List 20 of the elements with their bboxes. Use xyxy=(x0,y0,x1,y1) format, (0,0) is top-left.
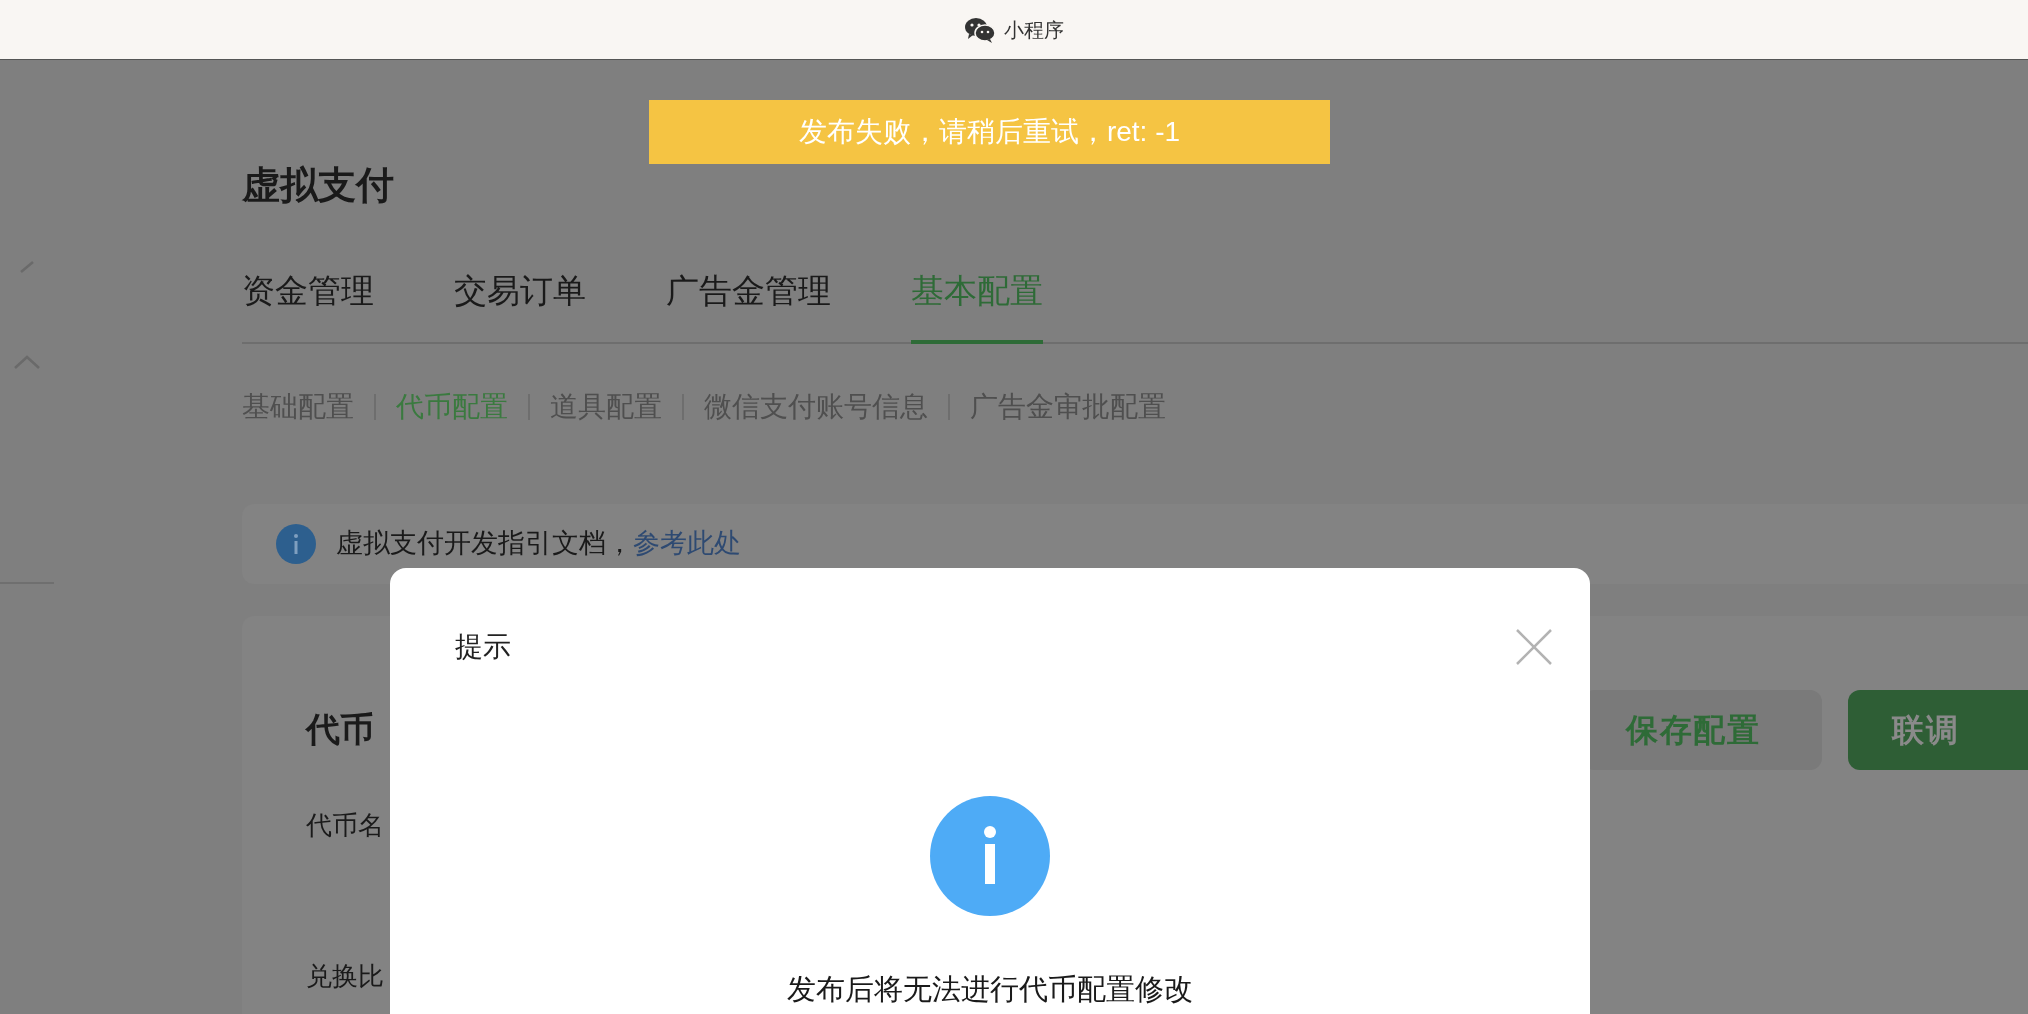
info-icon xyxy=(276,523,316,564)
tab[interactable]: 基本配置 xyxy=(911,266,1043,344)
tab[interactable]: 广告金管理 xyxy=(666,266,831,344)
card-title: 代币 xyxy=(306,709,374,750)
dialog-title: 提示 xyxy=(455,630,511,664)
tab[interactable]: 交易订单 xyxy=(454,266,586,344)
field-label: 兑换比 xyxy=(306,959,384,993)
toast: 发布失败，请稍后重试，ret: -1 xyxy=(649,100,1330,164)
info-icon xyxy=(930,796,1050,916)
debug-button[interactable]: 联调 xyxy=(1848,689,2028,770)
field-label: 代币名 xyxy=(306,808,384,842)
dialog-message: 发布后将无法进行代币配置修改 xyxy=(787,972,1193,1007)
sub-tab[interactable]: 代币配置 xyxy=(396,385,508,428)
reference-link[interactable]: 参考此处 xyxy=(633,528,741,559)
close-icon[interactable] xyxy=(1515,628,1553,666)
page-title: 虚拟支付 xyxy=(242,166,395,204)
chat-bubbles-icon xyxy=(964,16,996,43)
notice-text: 虚拟支付开发指引文档， xyxy=(336,528,633,559)
window-title: 小程序 xyxy=(1004,17,1064,43)
tab[interactable]: 资金管理 xyxy=(242,266,374,344)
